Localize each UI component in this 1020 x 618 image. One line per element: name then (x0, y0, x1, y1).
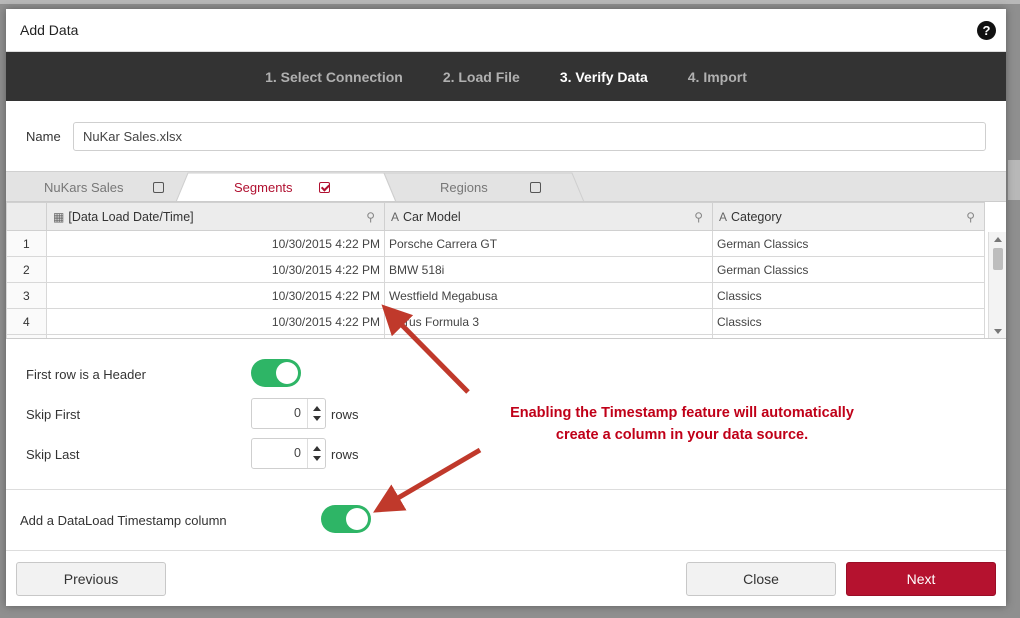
grid-scrollbar[interactable] (988, 232, 1006, 338)
next-button[interactable]: Next (846, 562, 996, 596)
stepper-arrows[interactable] (307, 439, 325, 468)
row-number: 1 (6, 230, 47, 257)
first-row-header-toggle[interactable] (251, 359, 301, 387)
cell-date: 10/30/2015 4:22 PM (46, 230, 385, 257)
decrement-icon[interactable] (313, 416, 321, 421)
backdrop-strip (1008, 160, 1020, 200)
cell-date: 10/30/2015 4:22 PM (46, 282, 385, 309)
backdrop-strip (0, 0, 1020, 4)
dialog-title: Add Data (20, 22, 79, 38)
timestamp-toggle[interactable] (321, 505, 371, 533)
skip-last-label: Skip Last (26, 447, 80, 462)
tab-regions[interactable]: Regions (440, 172, 580, 202)
skip-first-value[interactable]: 0 (252, 399, 307, 428)
column-header-category[interactable]: A Category ⚲ (712, 202, 985, 231)
table-row: 2 10/30/2015 4:22 PM BMW 518i German Cla… (6, 256, 985, 283)
row-number: 3 (6, 282, 47, 309)
key-icon[interactable]: ⚲ (366, 210, 375, 224)
tab-label: Segments (234, 179, 293, 195)
table-row: 1 10/30/2015 4:22 PM Porsche Carrera GT … (6, 230, 985, 257)
timestamp-option-row: Add a DataLoad Timestamp column (6, 489, 1006, 549)
timestamp-label: Add a DataLoad Timestamp column (20, 513, 227, 528)
rows-unit-label: rows (331, 407, 359, 422)
toggle-knob (346, 508, 368, 530)
annotation-line-1: Enabling the Timestamp feature will auto… (510, 405, 854, 421)
cell-category: Classics (712, 282, 985, 309)
increment-icon[interactable] (313, 406, 321, 411)
table-row: 3 10/30/2015 4:22 PM Westfield Megabusa … (6, 282, 985, 309)
sheet-tabs: NuKars Sales Segments Regions (6, 171, 1006, 202)
name-row: Name (6, 101, 1006, 171)
tab-nukars-sales[interactable]: NuKars Sales (44, 172, 184, 202)
cell-date: 10/30/2015 4:22 PM (46, 256, 385, 283)
cell-date: 10/30/2015 4:22 PM (46, 308, 385, 335)
increment-icon[interactable] (313, 446, 321, 451)
tab-checkbox[interactable] (153, 181, 165, 193)
scroll-up-icon[interactable] (994, 237, 1002, 242)
question-circle-icon[interactable]: ? (977, 20, 996, 40)
cell-model: BMW 518i (384, 256, 713, 283)
tab-checkbox[interactable] (529, 181, 541, 193)
column-header-date[interactable]: ▦ [Data Load Date/Time] ⚲ (46, 202, 385, 231)
cell-model: rus Formula 3 (384, 308, 713, 335)
step-load-file[interactable]: 2. Load File (443, 69, 520, 85)
annotation-callout: Enabling the Timestamp feature will auto… (462, 402, 902, 446)
calendar-icon: ▦ (53, 209, 65, 224)
row-number: 4 (6, 308, 47, 335)
cell-category: German Classics (712, 256, 985, 283)
table-row: 4 10/30/2015 4:22 PM rus Formula 3 Class… (6, 308, 985, 335)
grid-header-row: ▦ [Data Load Date/Time] ⚲ A Car Model ⚲ AC… (6, 202, 985, 231)
cell-category: Classics (712, 308, 985, 335)
column-header-car-model[interactable]: A Car Model ⚲ (384, 202, 713, 231)
rows-unit-label: rows (331, 447, 359, 462)
cell-category: German Classics (712, 230, 985, 257)
stepper-arrows[interactable] (307, 399, 325, 428)
text-type-icon: A (391, 209, 400, 224)
row-number: 2 (6, 256, 47, 283)
scroll-down-icon[interactable] (994, 329, 1002, 334)
step-import[interactable]: 4. Import (688, 69, 747, 85)
wizard-steps: 1. Select Connection 2. Load File 3. Ver… (6, 52, 1006, 101)
tab-label: Regions (440, 179, 488, 195)
text-type-icon: A (719, 209, 728, 224)
step-verify-data[interactable]: 3. Verify Data (560, 69, 648, 85)
key-icon[interactable]: ⚲ (966, 210, 975, 224)
previous-button[interactable]: Previous (16, 562, 166, 596)
annotation-line-2: create a column in your data source. (555, 427, 809, 443)
skip-first-stepper[interactable]: 0 (251, 398, 326, 429)
column-header-label: Car Model (403, 209, 461, 224)
cell-model: Westfield Megabusa (384, 282, 713, 309)
close-button[interactable]: Close (686, 562, 836, 596)
data-preview-grid: ▦ [Data Load Date/Time] ⚲ A Car Model ⚲ AC… (6, 201, 1006, 339)
column-header-label: Category (731, 209, 782, 224)
tab-segments[interactable]: Segments (234, 172, 374, 202)
toggle-knob (276, 362, 298, 384)
tab-label: NuKars Sales (44, 179, 124, 195)
first-row-header-label: First row is a Header (26, 367, 146, 382)
name-label: Name (26, 128, 61, 144)
cell-model: Porsche Carrera GT (384, 230, 713, 257)
dialog-footer: Previous Close Next (6, 550, 1006, 606)
add-data-dialog: Add Data ? 1. Select Connection 2. Load … (6, 9, 1006, 606)
column-header-label: [Data Load Date/Time] (68, 209, 194, 224)
decrement-icon[interactable] (313, 456, 321, 461)
skip-last-value[interactable]: 0 (252, 439, 307, 468)
skip-last-stepper[interactable]: 0 (251, 438, 326, 469)
name-input[interactable] (73, 121, 986, 151)
row-number-header (6, 202, 47, 231)
dialog-header: Add Data ? (6, 9, 1006, 52)
scroll-thumb[interactable] (993, 248, 1003, 270)
step-select-connection[interactable]: 1. Select Connection (265, 69, 403, 85)
tab-checkbox-checked[interactable] (318, 181, 330, 193)
key-icon[interactable]: ⚲ (694, 210, 703, 224)
skip-first-label: Skip First (26, 407, 81, 422)
